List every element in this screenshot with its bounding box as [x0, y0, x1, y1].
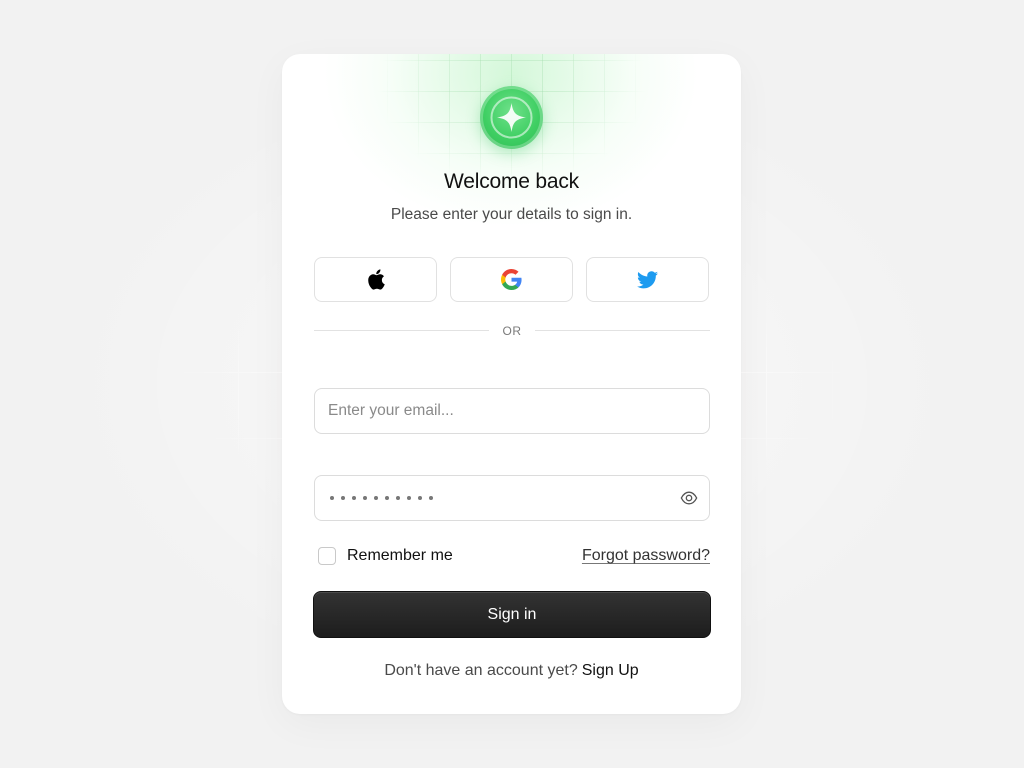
password-field[interactable]: [314, 475, 710, 521]
email-field-wrapper: [314, 388, 710, 434]
forgot-password-link[interactable]: Forgot password?: [582, 547, 710, 565]
brand-logo: [480, 86, 543, 149]
google-sign-in-button[interactable]: [450, 257, 573, 302]
remember-me-checkbox[interactable]: [318, 547, 336, 565]
apple-sign-in-button[interactable]: [314, 257, 437, 302]
page-subtitle: Please enter your details to sign in.: [390, 206, 633, 223]
google-icon: [501, 269, 522, 290]
divider-line-right: [535, 330, 710, 331]
signup-prompt: Don't have an account yet? Sign Up: [282, 662, 741, 680]
signup-prompt-text: Don't have an account yet?: [384, 662, 578, 679]
sign-up-link[interactable]: Sign Up: [582, 662, 639, 679]
sign-in-button[interactable]: Sign in: [313, 591, 711, 638]
twitter-icon: [637, 270, 658, 288]
divider-line-left: [314, 330, 489, 331]
card-header-grid: [342, 54, 682, 254]
eye-icon[interactable]: [680, 489, 698, 507]
divider-label: OR: [502, 324, 522, 338]
email-input[interactable]: [315, 389, 709, 433]
remember-me[interactable]: Remember me: [318, 546, 453, 566]
page-title: Welcome back: [444, 170, 579, 193]
twitter-sign-in-button[interactable]: [586, 257, 709, 302]
apple-icon: [367, 269, 385, 290]
remember-me-label: Remember me: [347, 547, 453, 564]
sparkle-star-icon: [490, 96, 533, 139]
login-card: Welcome back Please enter your details t…: [282, 54, 741, 714]
password-mask: [330, 476, 433, 520]
